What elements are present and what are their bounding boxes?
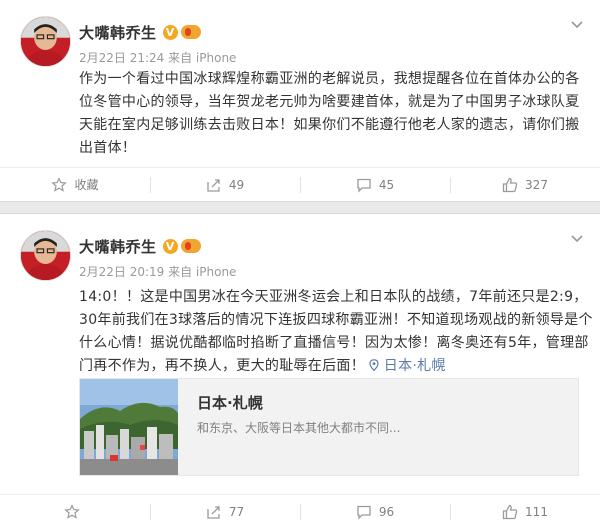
content-line: 什么心情！据说优酷都临时掐断了直播信号！因为太惨！离冬奥还有5年，管理部 bbox=[79, 335, 589, 351]
like-count: 111 bbox=[525, 504, 548, 519]
post-action-bar: 收藏 49 45 327 bbox=[0, 167, 600, 201]
location-pin-icon bbox=[369, 359, 379, 371]
post-content: 作为一个看过中国冰球辉煌称霸亚洲的老解说员，我想提醒各位在首体办公的各 位冬管中… bbox=[79, 68, 587, 160]
card-title: 日本·札幌 bbox=[197, 394, 263, 412]
member-level-icon bbox=[180, 25, 201, 39]
comment-button[interactable]: 96 bbox=[300, 495, 450, 528]
content-line: 30年前我们在3球落后的情况下连扳四球称霸亚洲！不知道现场观战的新领导是个 bbox=[79, 312, 593, 328]
repost-button[interactable]: 49 bbox=[150, 168, 300, 201]
author-row: 大嘴韩乔生 V bbox=[79, 235, 201, 257]
like-count: 327 bbox=[525, 177, 548, 192]
chevron-down-icon[interactable] bbox=[570, 18, 584, 32]
post-separator bbox=[0, 201, 600, 214]
verified-icon: V bbox=[162, 24, 178, 40]
star-icon bbox=[63, 503, 80, 519]
card-description: 和东京、大阪等日本其他大都市不同... bbox=[197, 421, 401, 435]
location-label: 日本·札幌 bbox=[383, 358, 446, 374]
avatar[interactable] bbox=[20, 230, 71, 281]
author-name[interactable]: 大嘴韩乔生 bbox=[79, 236, 157, 257]
chevron-down-icon[interactable] bbox=[570, 232, 584, 246]
post-content: 14:0！！这是中国男冰在今天亚洲冬运会上和日本队的战绩，7年前还只是2:9， … bbox=[79, 286, 593, 378]
content-line: 作为一个看过中国冰球辉煌称霸亚洲的老解说员，我想提醒各位在首体办公的各 bbox=[79, 71, 580, 87]
like-button[interactable]: 111 bbox=[450, 495, 600, 528]
content-line: 14:0！！这是中国男冰在今天亚洲冬运会上和日本队的战绩，7年前还只是2:9， bbox=[79, 289, 588, 305]
star-icon bbox=[51, 176, 68, 192]
comment-bubble-icon bbox=[357, 505, 371, 520]
share-arrow-icon bbox=[207, 505, 220, 519]
content-line: 出首体！ bbox=[79, 140, 137, 156]
location-card[interactable]: 日本·札幌 和东京、大阪等日本其他大都市不同... bbox=[79, 378, 579, 476]
member-level-icon bbox=[180, 239, 201, 253]
repost-count: 77 bbox=[228, 504, 245, 519]
post-action-bar: 77 96 111 bbox=[0, 494, 600, 528]
repost-count: 49 bbox=[228, 177, 245, 192]
content-line: 天能在室内足够训练去击败日本！如果你们不能遵行他老人家的遗志，请你们搬 bbox=[79, 117, 580, 133]
comment-count: 45 bbox=[378, 177, 395, 192]
comment-count: 96 bbox=[378, 504, 395, 519]
comment-button[interactable]: 45 bbox=[300, 168, 450, 201]
repost-button[interactable]: 77 bbox=[150, 495, 300, 528]
favorite-label: 收藏 bbox=[74, 178, 99, 192]
favorite-button[interactable]: 收藏 bbox=[0, 168, 150, 201]
city-photo bbox=[80, 379, 178, 475]
author-name[interactable]: 大嘴韩乔生 bbox=[79, 22, 157, 43]
content-line: 位冬管中心的领导，当年贺龙老元帅为啥要建首体，就是为了中国男子冰球队夏 bbox=[79, 94, 580, 110]
weibo-post: 大嘴韩乔生 V 2月22日 21:24 来自 iPhone 作为一个看过中国冰球… bbox=[0, 0, 600, 201]
post-meta: 2月22日 20:19 来自 iPhone bbox=[79, 265, 237, 279]
author-row: 大嘴韩乔生 V bbox=[79, 21, 201, 43]
like-button[interactable]: 327 bbox=[450, 168, 600, 201]
post-meta: 2月22日 21:24 来自 iPhone bbox=[79, 51, 237, 65]
content-text: 门再不作为，再不换人，更大的耻辱在后面！ bbox=[79, 358, 365, 374]
weibo-post: 大嘴韩乔生 V 2月22日 20:19 来自 iPhone 14:0！！这是中国… bbox=[0, 214, 600, 532]
favorite-button[interactable] bbox=[0, 495, 150, 528]
thumbs-up-icon bbox=[502, 177, 518, 192]
verified-icon: V bbox=[162, 238, 178, 254]
avatar[interactable] bbox=[20, 16, 71, 67]
content-line: 门再不作为，再不换人，更大的耻辱在后面！ 日本·札幌 bbox=[79, 355, 587, 378]
thumbs-up-icon bbox=[502, 504, 518, 519]
share-arrow-icon bbox=[207, 178, 220, 192]
comment-bubble-icon bbox=[357, 178, 371, 193]
location-link[interactable]: 日本·札幌 bbox=[369, 358, 446, 374]
